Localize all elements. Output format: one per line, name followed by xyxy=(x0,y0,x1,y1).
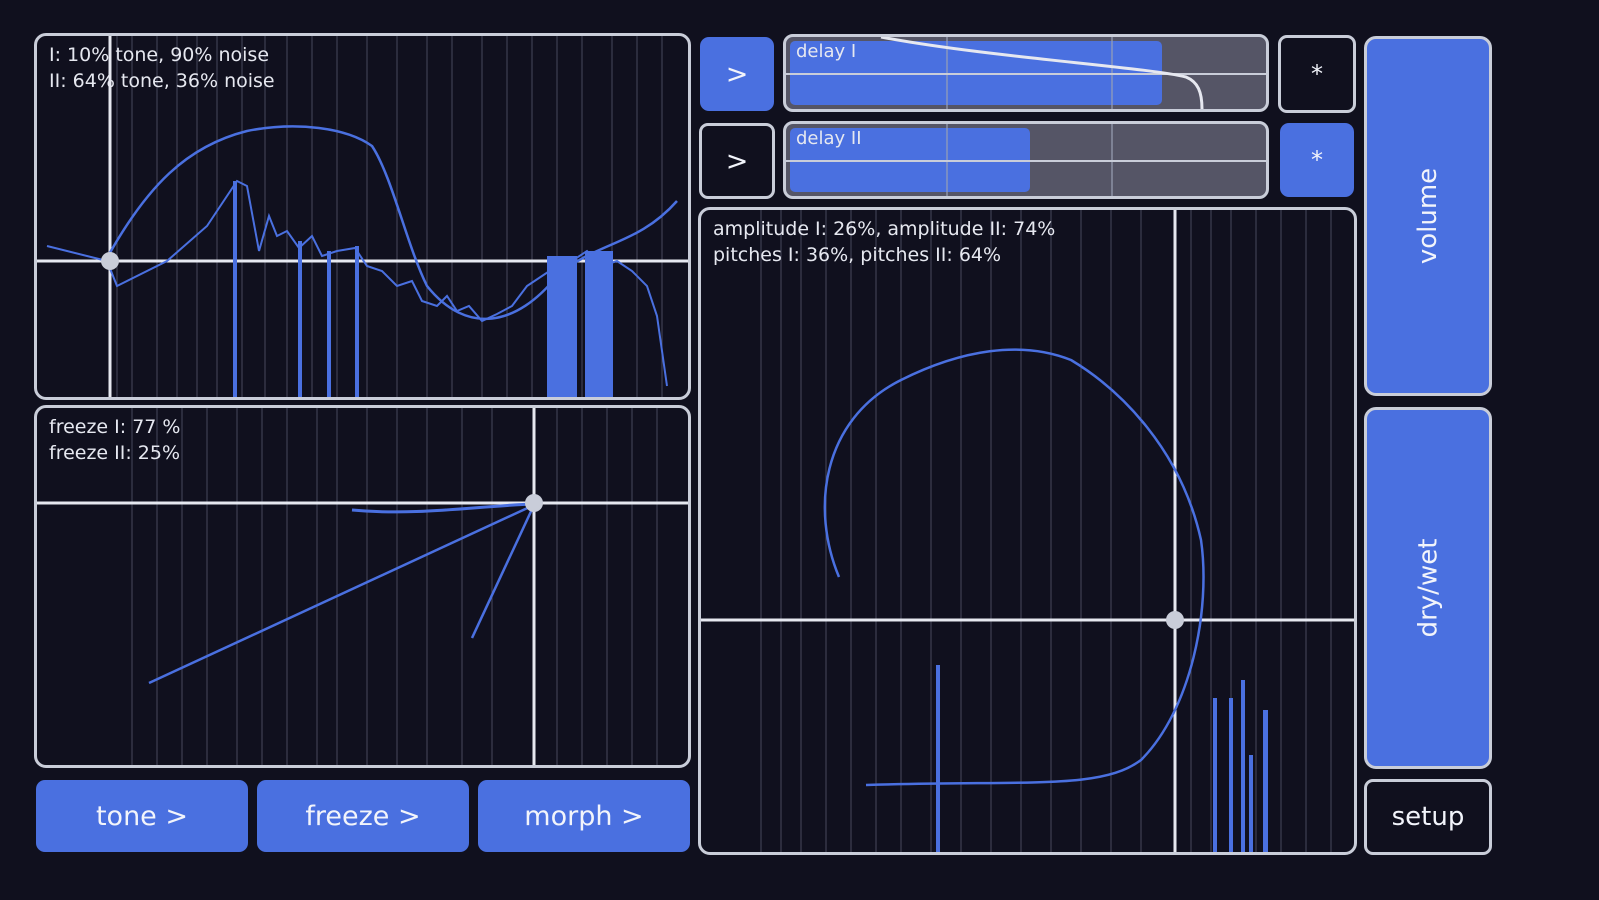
tone-readout: I: 10% tone, 90% noise II: 64% tone, 36%… xyxy=(49,42,275,94)
tone-button[interactable]: tone > xyxy=(36,780,248,852)
drywet-label: dry/wet xyxy=(1412,538,1443,638)
setup-button[interactable]: setup xyxy=(1364,779,1492,855)
morph-button[interactable]: morph > xyxy=(478,780,690,852)
morph-readout: amplitude I: 26%, amplitude II: 74% pitc… xyxy=(713,216,1055,268)
morph-readout-line1: amplitude I: 26%, amplitude II: 74% xyxy=(713,218,1056,240)
freeze-panel[interactable]: freeze I: 77 % freeze II: 25% xyxy=(34,405,691,768)
delay-1-curve xyxy=(880,37,1204,109)
delay-1-star-button[interactable]: * xyxy=(1278,35,1356,113)
morph-plot xyxy=(701,210,1354,852)
freeze-button[interactable]: freeze > xyxy=(257,780,469,852)
drywet-slider[interactable]: dry/wet xyxy=(1364,407,1492,769)
tone-readout-line2: II: 64% tone, 36% noise xyxy=(49,70,275,92)
freeze-readout: freeze I: 77 % freeze II: 25% xyxy=(49,414,180,466)
tone-readout-line1: I: 10% tone, 90% noise xyxy=(49,44,270,66)
tone-panel[interactable]: I: 10% tone, 90% noise II: 64% tone, 36%… xyxy=(34,33,691,400)
delay-1-label: delay I xyxy=(796,41,857,62)
morph-panel[interactable]: amplitude I: 26%, amplitude II: 74% pitc… xyxy=(698,207,1357,855)
freeze-readout-line1: freeze I: 77 % xyxy=(49,416,181,438)
delay-1-slider[interactable]: delay I xyxy=(783,34,1269,112)
freeze-readout-line2: freeze II: 25% xyxy=(49,442,181,464)
volume-label: volume xyxy=(1412,167,1443,265)
delay-1-arrow-button[interactable]: > xyxy=(700,37,774,111)
delay-2-arrow-button[interactable]: > xyxy=(699,123,775,199)
delay-2-slider[interactable]: delay II xyxy=(783,121,1269,199)
delay-2-label: delay II xyxy=(796,128,862,149)
delay-2-star-button[interactable]: * xyxy=(1280,123,1354,197)
volume-slider[interactable]: volume xyxy=(1364,36,1492,396)
morph-readout-line2: pitches I: 36%, pitches II: 64% xyxy=(713,244,1002,266)
